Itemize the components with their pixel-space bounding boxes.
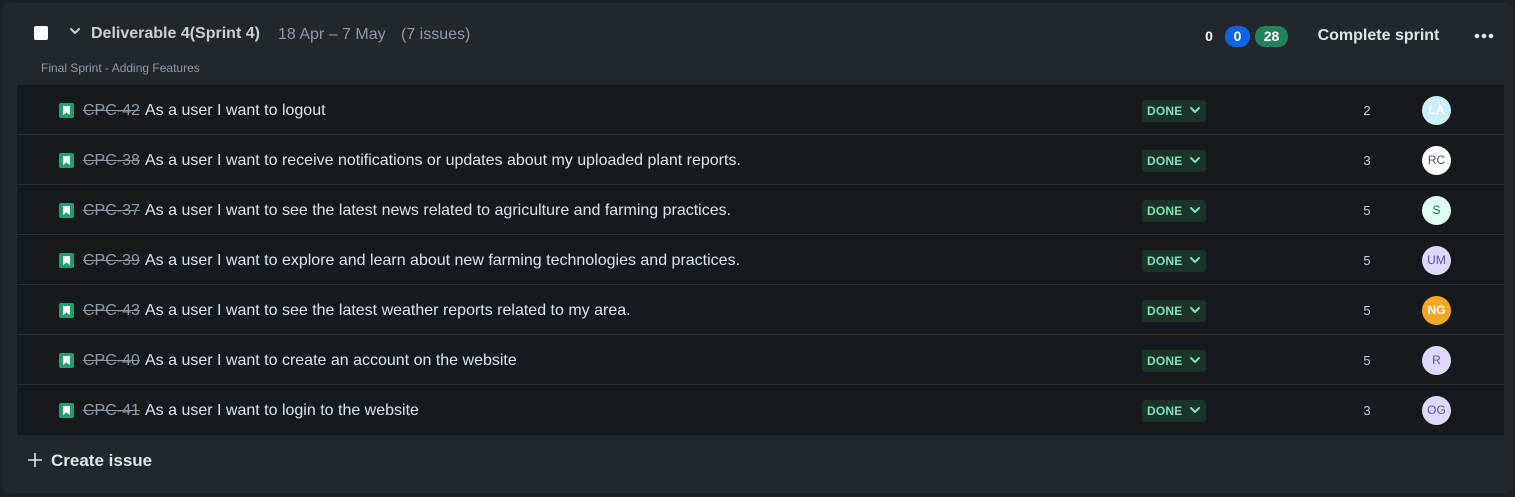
status-dropdown[interactable]: DONE	[1142, 250, 1206, 272]
issue-summary[interactable]: As a user I want to see the latest news …	[145, 202, 731, 220]
done-points-badge: 28	[1255, 26, 1288, 47]
issue-row[interactable]: CPC-38 As a user I want to receive notifi…	[17, 135, 1504, 185]
issue-summary[interactable]: As a user I want to logout	[145, 102, 326, 120]
more-icon[interactable]	[1469, 23, 1499, 49]
avatar[interactable]: OG	[1422, 396, 1451, 425]
chevron-down-icon	[1190, 257, 1200, 263]
status-label: DONE	[1147, 204, 1183, 218]
issue-key[interactable]: CPC-39	[83, 252, 140, 270]
status-label: DONE	[1147, 354, 1183, 368]
sprint-header: Deliverable 4(Sprint 4) 18 Apr – 7 May (…	[3, 3, 1513, 87]
issue-list: CPC-42 As a user I want to logout DONE 2 LA C…	[17, 85, 1504, 435]
sprint-name[interactable]: Deliverable 4(Sprint 4)	[91, 25, 260, 43]
story-points[interactable]: 3	[1352, 153, 1382, 168]
avatar[interactable]: LA	[1422, 96, 1451, 125]
avatar[interactable]: R	[1422, 346, 1451, 375]
issue-key[interactable]: CPC-40	[83, 352, 140, 370]
issue-summary[interactable]: As a user I want to login to the website	[145, 402, 419, 420]
story-points[interactable]: 3	[1352, 403, 1382, 418]
chevron-down-icon[interactable]	[68, 24, 82, 38]
in-progress-points-badge: 0	[1225, 26, 1250, 47]
issue-row[interactable]: CPC-43 As a user I want to see the latest…	[17, 285, 1504, 335]
issue-summary[interactable]: As a user I want to create an account on…	[145, 352, 517, 370]
avatar[interactable]: RC	[1422, 146, 1451, 175]
issue-key[interactable]: CPC-37	[83, 202, 140, 220]
chevron-down-icon	[1190, 307, 1200, 313]
issue-key[interactable]: CPC-43	[83, 302, 140, 320]
status-label: DONE	[1147, 154, 1183, 168]
issue-key[interactable]: CPC-38	[83, 152, 140, 170]
story-points[interactable]: 5	[1352, 253, 1382, 268]
create-issue-label: Create issue	[51, 451, 153, 470]
issue-summary[interactable]: As a user I want to see the latest weath…	[145, 302, 631, 320]
status-label: DONE	[1147, 104, 1183, 118]
chevron-down-icon	[1190, 107, 1200, 113]
issue-row[interactable]: CPC-41 As a user I want to login to the w…	[17, 385, 1504, 435]
status-dropdown[interactable]: DONE	[1142, 350, 1206, 372]
issue-row[interactable]: CPC-40 As a user I want to create an acco…	[17, 335, 1504, 385]
story-points[interactable]: 2	[1352, 103, 1382, 118]
todo-points-badge: 0	[1205, 28, 1213, 44]
story-icon	[59, 303, 74, 318]
status-dropdown[interactable]: DONE	[1142, 400, 1206, 422]
issue-row[interactable]: CPC-42 As a user I want to logout DONE 2 LA	[17, 85, 1504, 135]
issue-summary[interactable]: As a user I want to receive notification…	[145, 152, 741, 170]
sprint-goal: Final Sprint - Adding Features	[41, 61, 200, 75]
chevron-down-icon	[1190, 157, 1200, 163]
status-label: DONE	[1147, 404, 1183, 418]
status-dropdown[interactable]: DONE	[1142, 200, 1206, 222]
avatar[interactable]: UM	[1422, 246, 1451, 275]
story-icon	[59, 103, 74, 118]
create-issue-button[interactable]: Create issue	[27, 451, 152, 479]
story-points[interactable]: 5	[1352, 353, 1382, 368]
story-icon	[59, 403, 74, 418]
avatar[interactable]: S	[1422, 196, 1451, 225]
sprint-issue-count: (7 issues)	[401, 26, 471, 43]
chevron-down-icon	[1190, 407, 1200, 413]
story-points[interactable]: 5	[1352, 303, 1382, 318]
status-dropdown[interactable]: DONE	[1142, 150, 1206, 172]
story-icon	[59, 353, 74, 368]
chevron-down-icon	[1190, 207, 1200, 213]
plus-icon	[28, 453, 42, 467]
status-label: DONE	[1147, 304, 1183, 318]
issue-summary[interactable]: As a user I want to explore and learn ab…	[145, 252, 740, 270]
issue-key[interactable]: CPC-42	[83, 102, 140, 120]
story-icon	[59, 253, 74, 268]
story-icon	[59, 153, 74, 168]
status-dropdown[interactable]: DONE	[1142, 300, 1206, 322]
sprint-dates: 18 Apr – 7 May	[278, 26, 386, 43]
sprint-select-checkbox[interactable]	[34, 26, 48, 40]
issue-row[interactable]: CPC-39 As a user I want to explore and le…	[17, 235, 1504, 285]
sprint-container: Deliverable 4(Sprint 4) 18 Apr – 7 May (…	[3, 3, 1513, 493]
issue-key[interactable]: CPC-41	[83, 402, 140, 420]
avatar[interactable]: NG	[1422, 296, 1451, 325]
story-icon	[59, 203, 74, 218]
status-label: DONE	[1147, 254, 1183, 268]
chevron-down-icon	[1190, 357, 1200, 363]
story-points[interactable]: 5	[1352, 203, 1382, 218]
status-dropdown[interactable]: DONE	[1142, 100, 1206, 122]
issue-row[interactable]: CPC-37 As a user I want to see the latest…	[17, 185, 1504, 235]
complete-sprint-button[interactable]: Complete sprint	[1300, 20, 1457, 52]
